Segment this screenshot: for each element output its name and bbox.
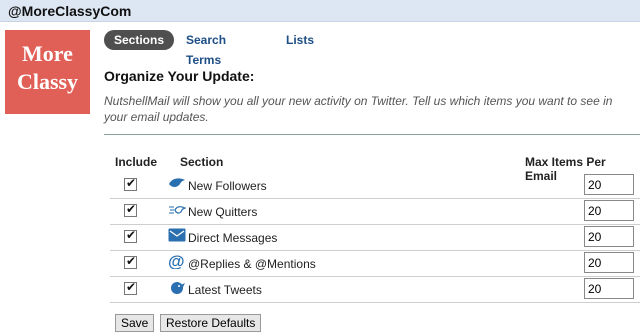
include-checkbox[interactable] [124,254,137,269]
logo: More Classy [5,30,90,114]
divider [104,134,640,135]
section-label: New Quitters [188,205,258,219]
max-items-input[interactable] [584,252,634,273]
table-row: New Followers [110,173,640,199]
column-header-section: Section [180,155,224,169]
include-checkbox[interactable] [124,202,137,217]
envelope-icon [168,227,186,243]
max-items-input[interactable] [584,278,634,299]
max-items-input[interactable] [584,200,634,221]
bird-icon [168,175,186,191]
account-handle: @MoreClassyCom [8,3,132,19]
include-checkbox[interactable] [124,228,137,243]
section-label: @Replies & @Mentions [188,257,316,271]
save-button[interactable]: Save [115,314,155,332]
include-checkbox[interactable] [124,280,137,295]
tab-search-terms[interactable]: Search Terms [186,30,226,67]
logo-line-1: More [22,41,73,66]
svg-text:@: @ [168,253,185,269]
at-sign-icon: @ [168,252,186,271]
table-row: Latest Tweets [110,277,640,303]
max-items-input[interactable] [584,226,634,247]
max-items-input[interactable] [584,174,634,195]
include-checkbox[interactable] [124,176,137,191]
column-header-include: Include [115,155,158,169]
section-label: New Followers [188,179,267,193]
restore-defaults-button[interactable]: Restore Defaults [160,314,262,332]
section-label: Latest Tweets [188,283,262,297]
tweet-bird-icon [168,279,186,295]
page-heading: Organize Your Update: [104,68,255,84]
page-description: NutshellMail will show you all your new … [104,94,613,124]
logo-line-2: Classy [16,69,79,94]
section-label: Direct Messages [188,231,278,245]
bird-flying-away-icon [168,201,187,217]
table-row: @ @Replies & @Mentions [110,251,640,277]
table-row: Direct Messages [110,225,640,251]
top-bar: @MoreClassyCom [0,0,640,22]
table-row: New Quitters [110,199,640,225]
tab-lists[interactable]: Lists [286,30,314,50]
tab-sections[interactable]: Sections [104,30,175,50]
